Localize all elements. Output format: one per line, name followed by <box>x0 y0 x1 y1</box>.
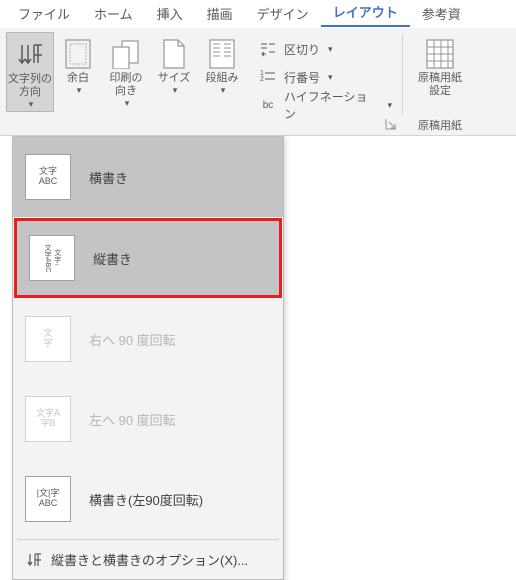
text-direction-dropdown: 文字 ABC 横書き 文字ABC 文字↓ 縦書き 文 字 右へ 90 度回転 文… <box>12 136 284 580</box>
line-numbers-icon: 12 <box>258 69 278 85</box>
text-direction-label: 文字列の 方向 <box>8 73 52 99</box>
rotate-right-icon: 文 字 <box>25 316 71 362</box>
chevron-down-icon: ▾ <box>221 85 226 96</box>
vertical-icon: 文字ABC 文字↓ <box>29 235 75 281</box>
dropdown-item-horizontal[interactable]: 文字 ABC 横書き <box>13 137 283 217</box>
dropdown-item-vertical[interactable]: 文字ABC 文字↓ 縦書き <box>14 218 282 298</box>
dropdown-item-rotate-left: 文字A 字B 左へ 90 度回転 <box>13 379 283 459</box>
page-setup-dialog-launcher[interactable] <box>385 118 399 132</box>
text-direction-icon <box>14 39 46 71</box>
size-label: サイズ <box>158 72 191 85</box>
chevron-down-icon: ▾ <box>173 85 178 96</box>
tab-references[interactable]: 参考資 <box>410 0 473 27</box>
text-direction-options-icon <box>25 552 43 568</box>
dropdown-item-rotate-right: 文 字 右へ 90 度回転 <box>13 299 283 379</box>
chevron-down-icon: ▾ <box>328 44 333 55</box>
tab-design[interactable]: デザイン <box>245 0 321 27</box>
manuscript-settings-button[interactable]: 原稿用紙 設定 <box>409 32 471 112</box>
size-icon <box>158 38 190 70</box>
svg-text:2: 2 <box>260 76 264 83</box>
dropdown-footer-label: 縦書きと横書きのオプション(X)... <box>51 550 248 569</box>
hyphenation-icon: bc <box>258 100 278 111</box>
breaks-label: 区切り <box>284 41 320 58</box>
manuscript-icon <box>424 38 456 70</box>
horizontal-icon: 文字 ABC <box>25 154 71 200</box>
margins-button[interactable]: 余白 ▾ <box>54 32 102 112</box>
size-button[interactable]: サイズ ▾ <box>150 32 198 112</box>
tab-draw[interactable]: 描画 <box>195 0 245 27</box>
manuscript-label: 原稿用紙 設定 <box>418 72 462 98</box>
chevron-down-icon: ▾ <box>29 99 34 110</box>
dropdown-item-horizontal-rotated[interactable]: |文|字 ABC 横書き(左90度回転) <box>13 459 283 539</box>
manuscript-group-label: 原稿用紙 <box>403 117 477 133</box>
tab-file[interactable]: ファイル <box>6 0 82 27</box>
dropdown-item-label: 右へ 90 度回転 <box>89 330 176 349</box>
orientation-label: 印刷の 向き <box>110 72 143 98</box>
margins-label: 余白 <box>67 72 89 85</box>
breaks-icon <box>258 41 278 57</box>
columns-label: 段組み <box>206 72 239 85</box>
tab-layout[interactable]: レイアウト <box>321 0 410 27</box>
horizontal-rotated-icon: |文|字 ABC <box>25 476 71 522</box>
hyphenation-label: ハイフネーション <box>284 88 379 122</box>
columns-button[interactable]: 段組み ▾ <box>198 32 246 112</box>
columns-icon <box>206 38 238 70</box>
line-numbers-button[interactable]: 12 行番号 ▾ <box>258 66 396 88</box>
orientation-button[interactable]: 印刷の 向き ▾ <box>102 32 150 112</box>
line-numbers-label: 行番号 <box>284 69 320 86</box>
orientation-icon <box>110 38 142 70</box>
dropdown-item-label: 横書き(左90度回転) <box>89 490 203 509</box>
chevron-down-icon: ▾ <box>328 72 333 83</box>
chevron-down-icon: ▾ <box>77 85 82 96</box>
dropdown-options-button[interactable]: 縦書きと横書きのオプション(X)... <box>13 540 283 579</box>
text-direction-button[interactable]: 文字列の 方向 ▾ <box>6 32 54 112</box>
margins-icon <box>62 38 94 70</box>
tab-home[interactable]: ホーム <box>82 0 145 27</box>
tab-insert[interactable]: 挿入 <box>145 0 195 27</box>
chevron-down-icon: ▾ <box>387 100 392 111</box>
dropdown-item-label: 縦書き <box>93 249 132 268</box>
chevron-down-icon: ▾ <box>125 98 130 109</box>
breaks-button[interactable]: 区切り ▾ <box>258 38 396 60</box>
dropdown-item-label: 横書き <box>89 168 128 187</box>
hyphenation-button[interactable]: bc ハイフネーション ▾ <box>258 94 396 116</box>
dropdown-item-label: 左へ 90 度回転 <box>89 410 176 429</box>
rotate-left-icon: 文字A 字B <box>25 396 71 442</box>
